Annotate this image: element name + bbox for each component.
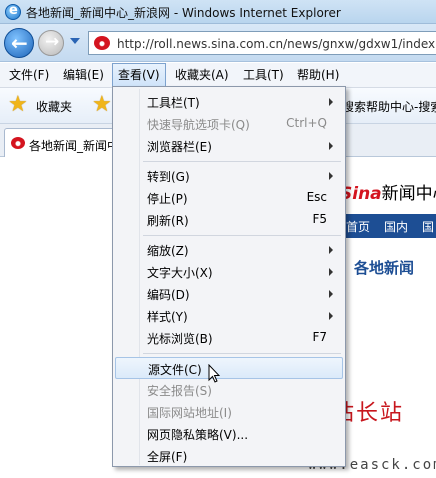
menu-item-label: 全屏(F) [147,450,188,464]
menu-item-label: 工具栏(T) [147,96,200,110]
submenu-arrow-icon [329,268,333,276]
menu-item-label: 缩放(Z) [147,244,189,258]
add-favorite-star-icon[interactable]: ★ [92,92,112,117]
favorites-button[interactable]: 收藏夹 [36,98,72,115]
menu-separator [143,235,341,236]
menu-item-privacy-policy[interactable]: 网页隐私策略(V)... [115,423,343,445]
menu-item-label: 刷新(R) [147,214,189,228]
menu-item-shortcut: Ctrl+Q [286,116,327,130]
favorite-link-search-help[interactable]: 搜索帮助中心-搜索 [342,98,436,115]
mouse-cursor-icon [208,364,220,383]
menu-item-quick-tabs: 快速导航选项卡(Q) Ctrl+Q [115,113,343,135]
menu-file[interactable]: 文件(F) [4,63,54,87]
menu-item-shortcut: F7 [312,330,327,344]
history-dropdown-icon[interactable] [70,38,80,44]
title-bar: 各地新闻_新闻中心_新浪网 - Windows Internet Explore… [0,0,436,24]
menu-item-label: 快速导航选项卡(Q) [147,118,250,132]
menu-separator [143,353,341,354]
menu-item-zoom[interactable]: 缩放(Z) [115,239,343,261]
menu-edit[interactable]: 编辑(E) [58,63,109,87]
back-button[interactable]: ← [4,28,34,58]
menu-item-label: 浏览器栏(E) [147,140,212,154]
menu-item-explorer-bars[interactable]: 浏览器栏(E) [115,135,343,157]
sina-tab-icon [11,137,25,149]
menu-item-label: 停止(P) [147,192,188,206]
menu-help[interactable]: 帮助(H) [292,63,344,87]
menu-view[interactable]: 查看(V) [112,63,166,87]
menu-item-encoding[interactable]: 编码(D) [115,283,343,305]
tab-label: 各地新闻_新闻中 [29,139,120,153]
ie-logo-icon [5,3,21,20]
menu-item-source[interactable]: 源文件(C) [115,357,343,379]
menu-item-full-screen[interactable]: 全屏(F) [115,445,343,467]
menu-bar: 文件(F) 编辑(E) 查看(V) 收藏夹(A) 工具(T) 帮助(H) [0,63,436,88]
submenu-arrow-icon [329,142,333,150]
menu-item-shortcut: Esc [306,190,327,204]
back-arrow-icon: ← [11,31,28,55]
sina-favicon-icon [94,36,110,50]
menu-item-label: 网页隐私策略(V)... [147,428,249,442]
favorites-star-icon[interactable]: ★ [8,92,28,117]
window-title: 各地新闻_新闻中心_新浪网 - Windows Internet Explore… [26,6,341,20]
nav-home[interactable]: 首页 [346,218,370,235]
submenu-arrow-icon [329,312,333,320]
menu-item-toolbars[interactable]: 工具栏(T) [115,91,343,113]
menu-item-text-size[interactable]: 文字大小(X) [115,261,343,283]
menu-item-shortcut: F5 [312,212,327,226]
forward-button[interactable]: → [38,30,64,56]
address-bar[interactable]: http://roll.news.sina.com.cn/news/gnxw/g… [88,31,436,55]
menu-item-caret-browsing[interactable]: 光标浏览(B) F7 [115,327,343,349]
region-news-title: 各地新闻 [354,259,415,277]
menu-item-label: 文字大小(X) [147,266,213,280]
nav-domestic[interactable]: 国内 [384,218,408,235]
submenu-arrow-icon [329,98,333,106]
submenu-arrow-icon [329,290,333,298]
forward-arrow-icon: → [45,32,60,52]
sina-logo-mark: Sina [340,184,382,204]
menu-item-international-address: 国际网站地址(I) [115,401,343,423]
menu-item-security-report: 安全报告(S) [115,379,343,401]
menu-item-label: 源文件(C) [148,363,202,377]
navigation-bar: ← → http://roll.news.sina.com.cn/news/gn… [0,24,436,62]
menu-item-refresh[interactable]: 刷新(R) F5 [115,209,343,231]
view-menu-dropdown: 工具栏(T) 快速导航选项卡(Q) Ctrl+Q 浏览器栏(E) 转到(G) 停… [112,86,346,467]
menu-item-label: 转到(G) [147,170,190,184]
site-nav-bar: 首页 国内 国 [340,214,436,238]
menu-item-label: 编码(D) [147,288,190,302]
submenu-arrow-icon [329,246,333,254]
submenu-arrow-icon [329,172,333,180]
menu-item-label: 安全报告(S) [147,384,212,398]
sina-logo-text: 新闻中心 [381,184,436,204]
menu-item-label: 样式(Y) [147,310,188,324]
menu-item-go-to[interactable]: 转到(G) [115,165,343,187]
sina-news-logo[interactable]: Sina新闻中心 [340,179,436,204]
menu-item-stop[interactable]: 停止(P) Esc [115,187,343,209]
menu-tools[interactable]: 工具(T) [238,63,289,87]
nav-international[interactable]: 国 [422,218,434,235]
menu-item-style[interactable]: 样式(Y) [115,305,343,327]
menu-item-label: 光标浏览(B) [147,332,213,346]
menu-separator [143,161,341,162]
menu-favorites[interactable]: 收藏夹(A) [170,63,234,87]
menu-item-label: 国际网站地址(I) [147,406,232,420]
address-url: http://roll.news.sina.com.cn/news/gnxw/g… [117,37,436,51]
